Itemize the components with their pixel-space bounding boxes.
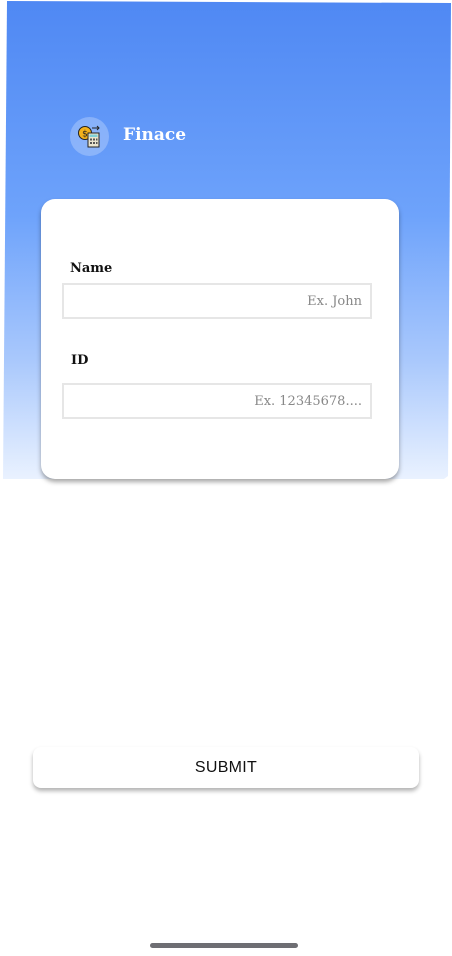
coin-calculator-icon: $ (78, 125, 100, 148)
svg-text:$: $ (82, 130, 88, 140)
id-label: ID (71, 353, 89, 368)
home-indicator[interactable] (150, 943, 298, 948)
app-title: Finace (123, 125, 187, 145)
form-card: Name ID (41, 199, 399, 479)
name-field[interactable] (62, 283, 372, 319)
submit-button[interactable]: SUBMIT (33, 747, 419, 788)
name-input[interactable] (64, 285, 370, 317)
app-logo: $ (70, 117, 109, 156)
id-field[interactable] (62, 383, 372, 419)
name-label: Name (70, 261, 113, 276)
id-input[interactable] (64, 385, 370, 417)
